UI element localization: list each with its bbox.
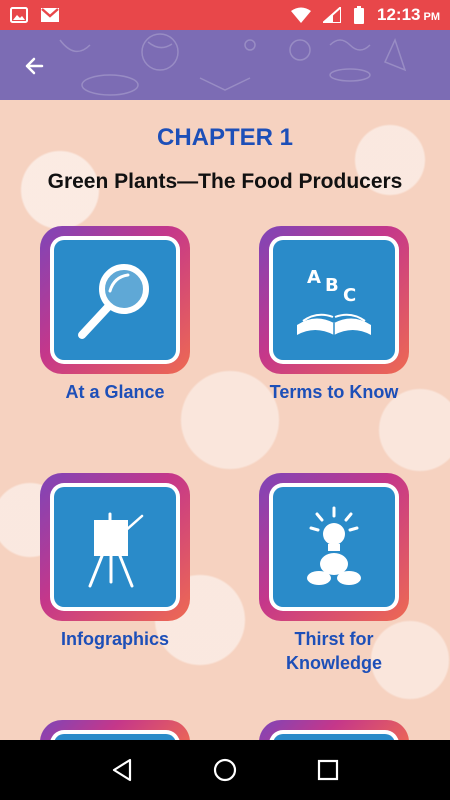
tile-label: Terms to Know (269, 382, 399, 402)
back-button[interactable] (18, 50, 50, 82)
nav-back-button[interactable] (102, 750, 142, 790)
tile-label: Thirst for Knowledge (285, 629, 382, 673)
home-circle-icon (213, 758, 237, 782)
tile-at-a-glance[interactable]: At a Glance (40, 226, 190, 404)
nav-home-button[interactable] (205, 750, 245, 790)
toolbar (0, 30, 450, 100)
tile-terms-to-know[interactable]: A B C Terms to Know (259, 226, 409, 404)
svg-text:C: C (343, 285, 356, 306)
lightbulb-person-icon (307, 506, 361, 585)
signal-icon (323, 7, 342, 23)
chapter-content[interactable]: CHAPTER 1 Green Plants—The Food Producer… (0, 100, 450, 740)
back-triangle-icon (112, 758, 131, 782)
magnifier-icon (78, 264, 149, 339)
svg-text:B: B (325, 275, 339, 296)
tile-partial-left[interactable] (40, 720, 190, 740)
chapter-number: CHAPTER 1 (156, 124, 294, 151)
doodle-pattern (59, 33, 407, 96)
tile-partial-right[interactable] (259, 720, 409, 740)
easel-icon (88, 512, 144, 588)
abc-book-icon: A B C (297, 267, 371, 335)
tile-label: At a Glance (65, 382, 165, 402)
svg-text:A: A (307, 267, 321, 288)
tile-infographics[interactable]: Infographics (40, 473, 190, 651)
tile-label: Infographics (60, 629, 169, 649)
wifi-icon (291, 7, 312, 23)
tile-thirst-for-knowledge[interactable]: Thirst for Knowledge (259, 473, 409, 675)
back-arrow-icon (25, 57, 44, 75)
navigation-bar (0, 740, 450, 800)
nav-recents-button[interactable] (308, 750, 348, 790)
chapter-title: Green Plants—The Food Producers (47, 170, 403, 193)
recents-square-icon (318, 759, 339, 781)
battery-icon (353, 6, 365, 24)
image-icon (10, 7, 28, 23)
clock: 12:13 PM (377, 5, 440, 24)
status-bar: 12:13 PM (0, 0, 450, 30)
gmail-icon (40, 7, 60, 23)
